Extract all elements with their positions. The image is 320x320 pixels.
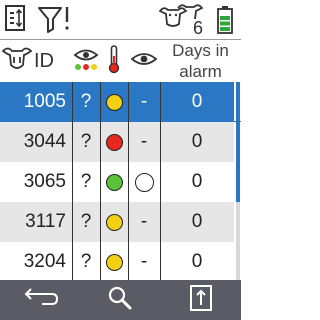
cow-head-icon: [1, 46, 33, 77]
watch-status-icon: [128, 162, 160, 202]
heat-status: ?: [80, 251, 92, 272]
scrollbar[interactable]: [236, 82, 240, 280]
heat-status: ?: [80, 131, 92, 152]
bottom-toolbar: [0, 280, 241, 320]
back-button[interactable]: [0, 280, 80, 320]
days-in-alarm: 0: [191, 131, 203, 152]
animal-count: 6: [192, 18, 203, 38]
watch-status: -: [140, 91, 148, 112]
column-header-days-in-alarm[interactable]: Days in alarm: [160, 40, 241, 82]
watch-status: -: [140, 131, 148, 152]
temperature-status-icon: [100, 162, 128, 202]
heat-status: ?: [80, 91, 92, 112]
animal-id: 3117: [25, 211, 66, 232]
column-header-id[interactable]: ID: [0, 40, 72, 82]
column-id-label: ID: [34, 49, 54, 72]
table-row[interactable]: 1005 ? - 0: [0, 82, 234, 122]
animal-id: 1005: [23, 91, 66, 112]
column-header-temperature[interactable]: [100, 40, 128, 82]
filter-alert-icon[interactable]: [36, 2, 72, 36]
column-header-watch[interactable]: [128, 40, 160, 82]
battery-segment: [220, 16, 230, 20]
column-divider: [128, 82, 129, 280]
column-divider: [100, 82, 101, 280]
animal-id: 3065: [23, 171, 66, 192]
eye-status-dots-icon: [73, 46, 99, 77]
column-divider: [72, 82, 73, 280]
column-divider: [160, 82, 161, 280]
eye-icon: [130, 50, 158, 73]
back-arrow-icon: [20, 286, 60, 315]
search-icon: [107, 285, 133, 316]
scrollbar-thumb[interactable]: [236, 82, 240, 202]
table-row[interactable]: 3204 ? - 0: [0, 242, 234, 282]
table-row[interactable]: 3117 ? - 0: [0, 202, 234, 242]
temperature-status-icon: [100, 202, 128, 242]
watch-status: -: [140, 251, 148, 272]
days-in-alarm: 0: [191, 91, 203, 112]
table-row[interactable]: 3065 ? 0: [0, 162, 234, 202]
table-header: ID Days in alarm: [0, 40, 241, 122]
thermometer-icon: [107, 44, 121, 79]
select-button[interactable]: [161, 280, 241, 320]
alarm-table: 1005 ? - 0 3044 ? - 0 3065 ? 0 3117 ? - …: [0, 82, 241, 280]
days-in-alarm: 0: [191, 211, 203, 232]
days-in-alarm: 0: [191, 251, 203, 272]
battery-icon: [214, 6, 236, 34]
heat-status: ?: [80, 211, 92, 232]
watch-status: -: [140, 211, 148, 232]
days-in-alarm: 0: [191, 171, 203, 192]
sort-options-icon[interactable]: [2, 2, 30, 36]
column-header-heat[interactable]: [72, 40, 100, 82]
temperature-status-icon: [100, 242, 128, 282]
select-up-icon: [188, 283, 214, 318]
battery-segment: [220, 27, 230, 31]
top-toolbar: 6: [0, 0, 241, 40]
days-label-line2: alarm: [179, 62, 222, 81]
temperature-status-icon: [100, 122, 128, 162]
animal-id: 3044: [23, 131, 66, 152]
animal-id: 3204: [23, 251, 66, 272]
days-label-line1: Days in: [172, 41, 229, 60]
battery-segment: [220, 21, 230, 26]
search-button[interactable]: [80, 280, 160, 320]
temperature-status-icon: [100, 82, 128, 122]
table-row[interactable]: 3044 ? - 0: [0, 122, 234, 162]
heat-status: ?: [80, 171, 92, 192]
